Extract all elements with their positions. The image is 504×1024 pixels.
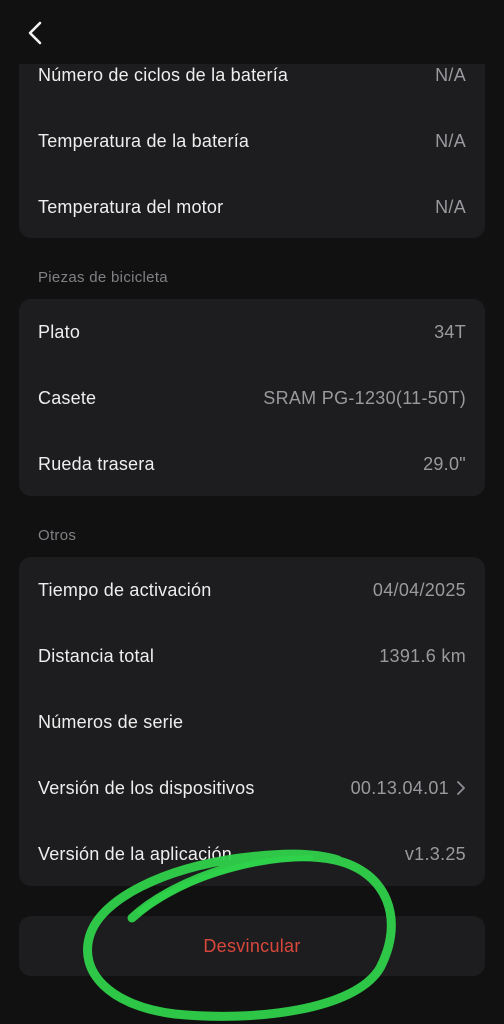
chainring-value: 34T bbox=[434, 322, 466, 342]
top-bar bbox=[0, 0, 504, 64]
battery-temperature-row: Temperatura de la batería N/A bbox=[19, 108, 485, 174]
chevron-left-icon bbox=[28, 21, 42, 45]
activation-time-label: Tiempo de activación bbox=[38, 580, 212, 600]
serial-numbers-label: Números de serie bbox=[38, 712, 184, 732]
battery-temperature-label: Temperatura de la batería bbox=[38, 131, 250, 151]
cassette-label: Casete bbox=[38, 388, 97, 408]
device-version-label: Versión de los dispositivos bbox=[38, 778, 255, 798]
back-button[interactable] bbox=[22, 18, 50, 48]
bike-parts-card: Plato 34T Casete SRAM PG-1230(11-50T) Ru… bbox=[19, 299, 485, 496]
rear-wheel-label: Rueda trasera bbox=[38, 454, 155, 474]
chainring-row: Plato 34T bbox=[19, 299, 485, 365]
motor-temperature-row: Temperatura del motor N/A bbox=[19, 174, 485, 238]
serial-numbers-row: Números de serie bbox=[19, 689, 485, 755]
device-version-value: 00.13.04.01 bbox=[350, 778, 449, 798]
app-version-label: Versión de la aplicación bbox=[38, 844, 232, 864]
chevron-right-icon bbox=[457, 781, 465, 795]
total-distance-value: 1391.6 km bbox=[379, 646, 466, 666]
activation-time-row: Tiempo de activación 04/04/2025 bbox=[19, 557, 485, 623]
battery-temperature-value: N/A bbox=[435, 131, 466, 151]
section-title-bike-parts: Piezas de bicicleta bbox=[38, 269, 168, 286]
unlink-button[interactable]: Desvincular bbox=[19, 916, 485, 976]
cassette-value: SRAM PG-1230(11-50T) bbox=[263, 388, 466, 408]
battery-info-card: Número de ciclos de la batería N/A Tempe… bbox=[19, 40, 485, 238]
total-distance-row: Distancia total 1391.6 km bbox=[19, 623, 485, 689]
activation-time-value: 04/04/2025 bbox=[372, 580, 466, 600]
rear-wheel-row: Rueda trasera 29.0" bbox=[19, 431, 485, 496]
device-version-row[interactable]: Versión de los dispositivos 00.13.04.01 bbox=[19, 755, 485, 821]
cassette-row: Casete SRAM PG-1230(11-50T) bbox=[19, 365, 485, 431]
total-distance-label: Distancia total bbox=[38, 646, 155, 666]
rear-wheel-value: 29.0" bbox=[423, 454, 466, 474]
app-version-row: Versión de la aplicación v1.3.25 bbox=[19, 821, 485, 886]
chainring-label: Plato bbox=[38, 322, 81, 342]
section-title-others: Otros bbox=[38, 527, 77, 544]
motor-temperature-label: Temperatura del motor bbox=[38, 197, 224, 217]
motor-temperature-value: N/A bbox=[435, 197, 466, 217]
app-version-value: v1.3.25 bbox=[404, 844, 466, 864]
others-card: Tiempo de activación 04/04/2025 Distanci… bbox=[19, 557, 485, 886]
